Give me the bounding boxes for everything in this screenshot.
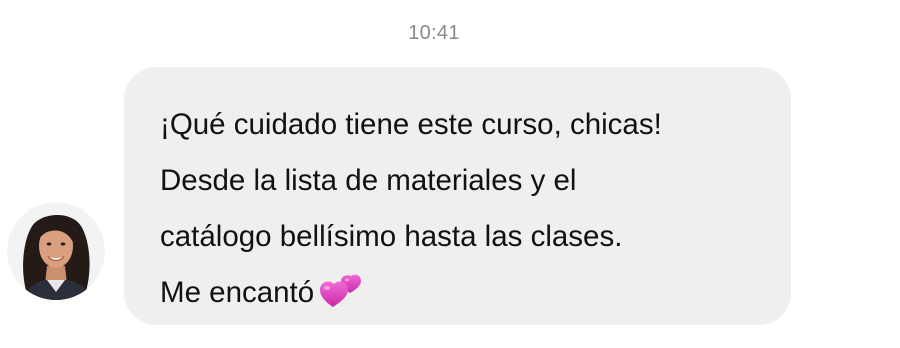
message-line: ¡Qué cuidado tiene este curso, chicas! xyxy=(160,108,662,141)
message-line: catálogo bellísimo hasta las clases. xyxy=(160,220,623,253)
sender-avatar[interactable] xyxy=(7,202,105,300)
message-line: Desde la lista de materiales y el xyxy=(160,164,577,197)
message-timestamp: 10:41 xyxy=(408,22,460,44)
two-hearts-icon xyxy=(320,274,364,308)
message-last-line: Me encantó xyxy=(160,265,771,321)
avatar-photo xyxy=(7,202,105,300)
message-line-text: Me encantó xyxy=(160,276,315,309)
message-bubble[interactable]: ¡Qué cuidado tiene este curso, chicas! D… xyxy=(124,67,791,325)
